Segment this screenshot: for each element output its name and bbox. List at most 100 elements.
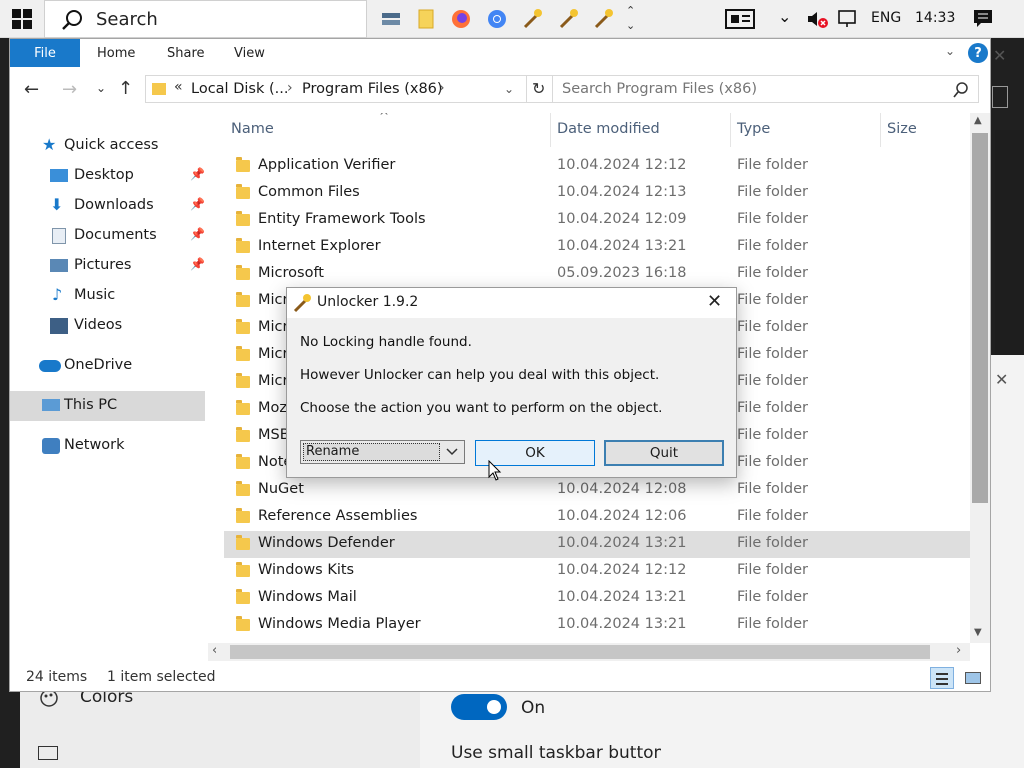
network-monitor-icon[interactable] (836, 10, 858, 32)
column-divider[interactable] (880, 113, 881, 147)
unlocker-wand-icon-3[interactable] (590, 6, 616, 32)
nav-item-this-pc[interactable]: This PC (10, 391, 205, 421)
nav-item-videos[interactable]: Videos (10, 311, 205, 341)
nav-item-quick-access[interactable]: ★ Quick access (10, 131, 205, 161)
clock[interactable]: 14:33 (915, 10, 955, 26)
file-name: Reference Assemblies (258, 508, 418, 524)
nav-item-music[interactable]: ♪ Music (10, 281, 205, 311)
unlocker-wand-icon-2[interactable] (555, 6, 581, 32)
file-row[interactable]: Windows Media Player 10.04.2024 13:21 File… (224, 612, 970, 639)
file-row[interactable]: Internet Explorer 10.04.2024 13:21 File fo… (224, 234, 970, 261)
volume-muted-icon[interactable] (806, 9, 828, 33)
column-header-type[interactable]: Type (737, 121, 770, 137)
navigation-pane: ★ Quick access Desktop 📌 ⬇ Downloads 📌 D… (10, 131, 215, 651)
tab-file[interactable]: File (10, 39, 80, 67)
scroll-left-arrow-icon[interactable]: ‹ (212, 643, 217, 658)
nav-item-desktop[interactable]: Desktop 📌 (10, 161, 205, 191)
file-row[interactable]: Common Files 10.04.2024 12:13 File folder (224, 180, 970, 207)
horizontal-scroll-thumb[interactable] (230, 645, 930, 659)
help-icon[interactable]: ? (968, 43, 988, 63)
window-restore-icon[interactable] (992, 86, 1008, 108)
notification-center-icon[interactable] (973, 9, 993, 33)
scroll-up-arrow-icon[interactable]: ▲ (974, 115, 982, 126)
forward-arrow-icon[interactable]: → (62, 79, 77, 100)
scroll-down-arrow-icon[interactable]: ▼ (974, 627, 982, 638)
unlocker-wand-icon[interactable] (519, 6, 545, 32)
file-row[interactable]: Windows Mail 10.04.2024 13:21 File folder (224, 585, 970, 612)
pin-icon[interactable]: 📌 (190, 167, 205, 181)
language-indicator[interactable]: ENG (871, 10, 901, 26)
folder-icon (236, 292, 250, 307)
breadcrumb-overflow[interactable]: « (174, 79, 183, 95)
pin-icon[interactable]: 📌 (190, 227, 205, 241)
picture-icon (50, 259, 68, 272)
tray-overflow-chevron-icon[interactable]: ⌄ (778, 7, 791, 26)
folder-search-box[interactable]: Search Program Files (x86) (552, 75, 979, 103)
dialog-title: Unlocker 1.9.2 (317, 294, 419, 310)
tab-home[interactable]: Home (97, 46, 135, 61)
pin-icon[interactable]: 📌 (190, 257, 205, 271)
file-row-selected[interactable]: Windows Defender 10.04.2024 13:21 File fol… (224, 531, 970, 558)
folder-icon (236, 562, 250, 577)
file-explorer-taskbar-icon[interactable] (413, 6, 439, 32)
taskbar-scroll-chevrons-icon[interactable]: ⌃ ⌄ (626, 3, 635, 33)
unlocker-dialog: Unlocker 1.9.2 ✕ No Locking handle found… (286, 287, 737, 478)
breadcrumb-separator-icon[interactable]: › (287, 80, 293, 96)
column-header-date[interactable]: Date modified (557, 121, 660, 137)
scroll-right-arrow-icon[interactable]: › (956, 643, 961, 658)
column-header-size[interactable]: Size (887, 121, 917, 137)
file-row[interactable]: Microsoft 05.09.2023 16:18 File folder (224, 261, 970, 288)
file-row[interactable]: NuGet 10.04.2024 12:08 File folder (224, 477, 970, 504)
nav-item-onedrive[interactable]: OneDrive (10, 351, 205, 381)
settings-toggle-switch[interactable] (451, 694, 507, 720)
dialog-message-1: No Locking handle found. (300, 334, 472, 350)
recent-locations-chevron-icon[interactable]: ⌄ (96, 81, 106, 95)
nav-item-pictures[interactable]: Pictures 📌 (10, 251, 205, 281)
folder-icon (236, 589, 250, 604)
dialog-close-icon[interactable]: ✕ (707, 291, 722, 312)
news-widget-icon[interactable] (725, 9, 755, 29)
address-dropdown-chevron-icon[interactable]: ⌄ (504, 82, 514, 96)
refresh-button[interactable]: ↻ (527, 75, 553, 103)
up-arrow-icon[interactable]: ↑ (118, 78, 133, 99)
folder-icon (236, 400, 250, 415)
tab-share[interactable]: Share (167, 46, 205, 61)
quit-button[interactable]: Quit (604, 440, 724, 466)
file-row[interactable]: Entity Framework Tools 10.04.2024 12:09 Fi… (224, 207, 970, 234)
address-bar[interactable]: « Local Disk (... › Program Files (x86) … (145, 75, 527, 103)
network-icon (42, 438, 60, 454)
breadcrumb-separator-icon-2[interactable]: › (439, 80, 445, 96)
dialog-title-bar[interactable]: Unlocker 1.9.2 ✕ (287, 288, 736, 318)
breadcrumb-program-files[interactable]: Program Files (x86) (302, 81, 443, 97)
window-close-icon[interactable]: ✕ (993, 46, 1006, 65)
start-button[interactable] (0, 0, 44, 38)
nav-item-network[interactable]: Network (10, 431, 205, 461)
server-manager-icon[interactable] (378, 6, 404, 32)
firefox-icon[interactable] (448, 6, 474, 32)
breadcrumb-local-disk[interactable]: Local Disk (... (191, 81, 288, 97)
file-row[interactable]: Reference Assemblies 10.04.2024 12:06 File… (224, 504, 970, 531)
nav-label: This PC (64, 397, 118, 413)
taskbar-search-box[interactable]: Search (44, 0, 367, 38)
back-arrow-icon[interactable]: ← (24, 79, 39, 100)
file-date: 10.04.2024 13:21 (557, 535, 687, 551)
ribbon-expand-chevron-icon[interactable]: ⌄ (945, 44, 955, 58)
file-row[interactable]: Windows Kits 10.04.2024 12:12 File folder (224, 558, 970, 585)
chevron-down-icon[interactable] (440, 441, 464, 463)
details-view-icon[interactable] (930, 667, 954, 689)
chrome-icon[interactable] (484, 6, 510, 32)
file-row[interactable]: Application Verifier 10.04.2024 12:12 File… (224, 153, 970, 180)
nav-item-downloads[interactable]: ⬇ Downloads 📌 (10, 191, 205, 221)
column-divider[interactable] (550, 113, 551, 147)
action-select[interactable]: Rename (300, 440, 465, 464)
pin-icon[interactable]: 📌 (190, 197, 205, 211)
nav-item-documents[interactable]: Documents 📌 (10, 221, 205, 251)
vertical-scroll-thumb[interactable] (972, 133, 988, 503)
tab-view[interactable]: View (234, 46, 265, 61)
column-header-name[interactable]: Name (231, 121, 274, 137)
folder-icon (236, 535, 250, 550)
large-icons-view-icon[interactable] (961, 667, 985, 689)
column-divider[interactable] (730, 113, 731, 147)
file-type: File folder (737, 184, 808, 200)
settings-close-icon[interactable]: ✕ (995, 370, 1008, 389)
